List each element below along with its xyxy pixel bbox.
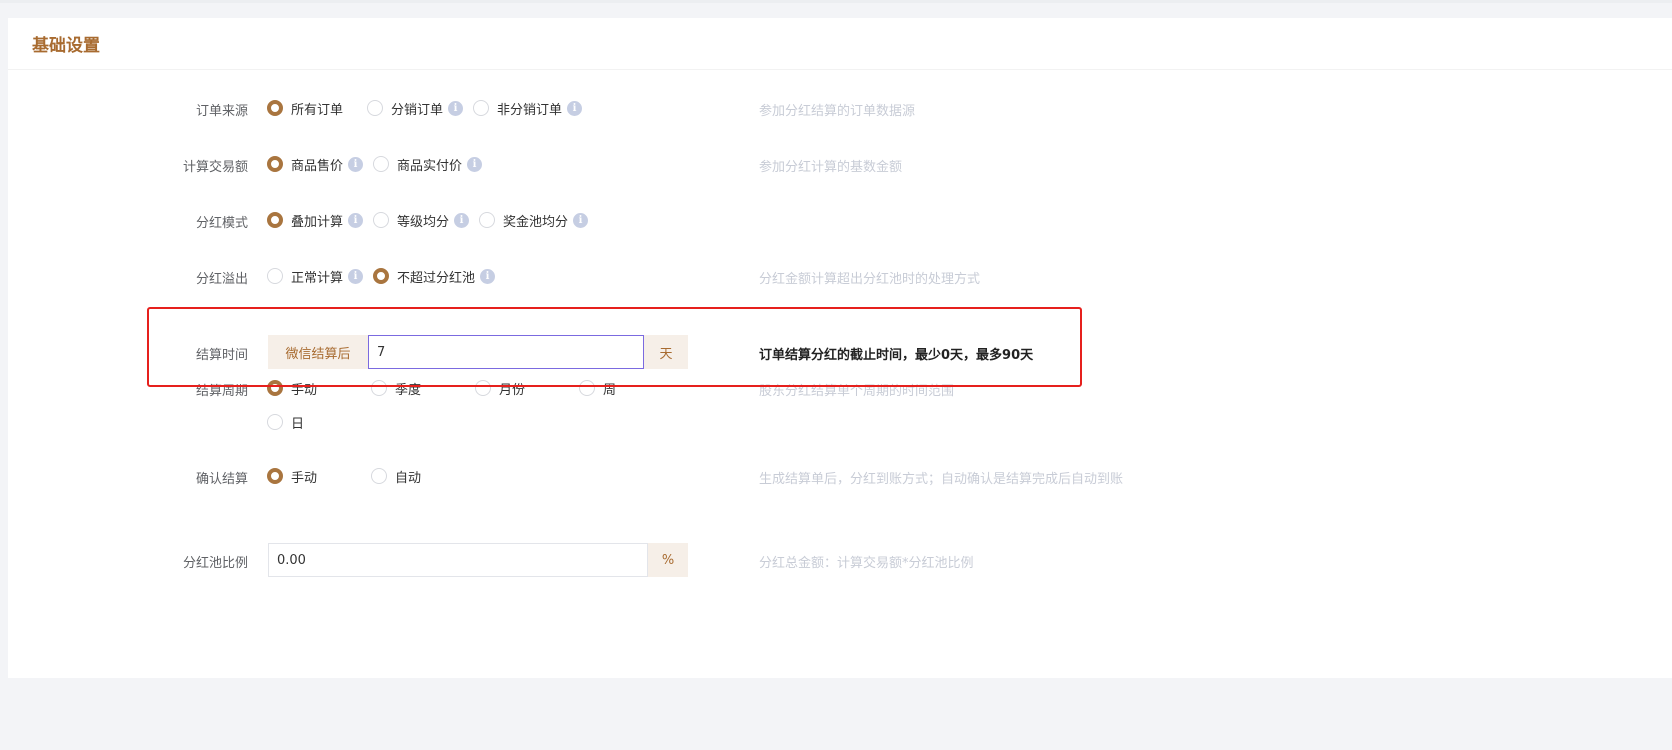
- row-pool-ratio: 分红池比例 0.00 % 分红总金额：计算交易额*分红池比例: [8, 543, 1672, 577]
- row-hint: 生成结算单后，分红到账方式；自动确认是结算完成后自动到账: [759, 472, 1124, 487]
- row-hint: 参加分红结算的订单数据源: [759, 104, 916, 119]
- radio-non-distribution-orders[interactable]: 非分销订单 i: [473, 99, 583, 118]
- radio-product-paid-price[interactable]: 商品实付价 i: [373, 155, 483, 174]
- radio-dot[interactable]: [267, 156, 283, 172]
- radio-stacked-calc[interactable]: 叠加计算 i: [267, 211, 364, 230]
- row-label: 计算交易额: [182, 160, 248, 175]
- radio-dot[interactable]: [479, 212, 496, 228]
- radio-all-orders[interactable]: 所有订单: [267, 99, 343, 118]
- radio-label: 不超过分红池: [397, 270, 476, 286]
- settle-cycle-radio-group-row2: 日: [267, 410, 314, 434]
- row-hint: 分红金额计算超出分红池时的处理方式: [759, 272, 981, 287]
- info-icon[interactable]: i: [573, 212, 589, 228]
- radio-label: 商品售价: [291, 158, 344, 174]
- info-icon[interactable]: i: [348, 156, 364, 172]
- section-title: 基础设置: [32, 36, 100, 56]
- row-order-source: 订单来源 所有订单 分销订单 i 非分销订单 i 参加分红结算的订单数据源: [8, 96, 1672, 120]
- confirm-settle-radio-group: 手动 自动: [267, 464, 431, 488]
- row-dividend-overflow: 分红溢出 正常计算 i 不超过分红池 i 分红金额计算超出分红池时的处理方式: [8, 264, 1672, 288]
- top-bar-shadow: [0, 0, 1672, 3]
- radio-dot[interactable]: [373, 212, 390, 228]
- radio-label: 手动: [291, 470, 318, 486]
- highlight-annotation-box: [147, 307, 1082, 387]
- radio-dot[interactable]: [371, 468, 387, 484]
- row-dividend-mode: 分红模式 叠加计算 i 等级均分 i 奖金池均分 i: [8, 208, 1672, 232]
- radio-cycle-day[interactable]: 日: [267, 413, 304, 432]
- row-label: 分红溢出: [195, 272, 248, 287]
- row-trade-amount: 计算交易额 商品售价 i 商品实付价 i 参加分红计算的基数金额: [8, 152, 1672, 176]
- order-source-radio-group: 所有订单 分销订单 i 非分销订单 i: [267, 96, 592, 120]
- radio-dot[interactable]: [473, 100, 490, 116]
- info-icon[interactable]: i: [567, 100, 583, 116]
- radio-level-split[interactable]: 等级均分 i: [373, 211, 470, 230]
- radio-confirm-auto[interactable]: 自动: [371, 467, 421, 486]
- row-label: 确认结算: [195, 472, 248, 487]
- radio-label: 叠加计算: [291, 214, 344, 230]
- card-header: 基础设置: [8, 18, 1672, 70]
- radio-not-exceed-pool[interactable]: 不超过分红池 i: [373, 267, 496, 286]
- row-hint: 参加分红计算的基数金额: [759, 160, 903, 175]
- trade-amount-radio-group: 商品售价 i 商品实付价 i: [267, 152, 492, 176]
- radio-dot[interactable]: [267, 100, 283, 116]
- radio-distribution-orders[interactable]: 分销订单 i: [367, 99, 464, 118]
- radio-label: 等级均分: [397, 214, 450, 230]
- radio-dot[interactable]: [373, 268, 390, 284]
- row-confirm-settle: 确认结算 手动 自动 生成结算单后，分红到账方式；自动确认是结算完成后自动到账: [8, 464, 1672, 488]
- radio-dot[interactable]: [367, 100, 384, 116]
- radio-dot[interactable]: [267, 468, 283, 484]
- info-icon[interactable]: i: [348, 212, 364, 228]
- radio-label: 奖金池均分: [503, 214, 569, 230]
- radio-product-price[interactable]: 商品售价 i: [267, 155, 364, 174]
- radio-dot[interactable]: [373, 156, 390, 172]
- radio-label: 自动: [395, 470, 422, 486]
- dividend-mode-radio-group: 叠加计算 i 等级均分 i 奖金池均分 i: [267, 208, 598, 232]
- radio-pool-split[interactable]: 奖金池均分 i: [479, 211, 589, 230]
- pool-ratio-suffix: %: [648, 543, 688, 577]
- radio-label: 商品实付价: [397, 158, 463, 174]
- radio-dot[interactable]: [267, 414, 283, 430]
- info-icon[interactable]: i: [454, 212, 470, 228]
- row-label: 订单来源: [195, 104, 248, 119]
- pool-ratio-input-group: 0.00 %: [268, 543, 688, 577]
- pool-ratio-input[interactable]: 0.00: [268, 543, 648, 577]
- info-icon[interactable]: i: [467, 156, 483, 172]
- row-label: 分红池比例: [182, 556, 248, 571]
- radio-normal-calc[interactable]: 正常计算 i: [267, 267, 364, 286]
- radio-label: 正常计算: [291, 270, 344, 286]
- info-icon[interactable]: i: [348, 268, 364, 284]
- radio-label: 所有订单: [291, 102, 344, 118]
- radio-dot[interactable]: [267, 268, 283, 284]
- radio-label: 分销订单: [391, 102, 444, 118]
- radio-label: 非分销订单: [497, 102, 563, 118]
- dividend-overflow-radio-group: 正常计算 i 不超过分红池 i: [267, 264, 505, 288]
- row-label: 分红模式: [195, 216, 248, 231]
- radio-label: 日: [291, 416, 305, 432]
- radio-confirm-manual[interactable]: 手动: [267, 467, 371, 486]
- radio-dot[interactable]: [267, 212, 283, 228]
- info-icon[interactable]: i: [448, 100, 464, 116]
- info-icon[interactable]: i: [480, 268, 496, 284]
- row-hint: 分红总金额：计算交易额*分红池比例: [759, 556, 974, 571]
